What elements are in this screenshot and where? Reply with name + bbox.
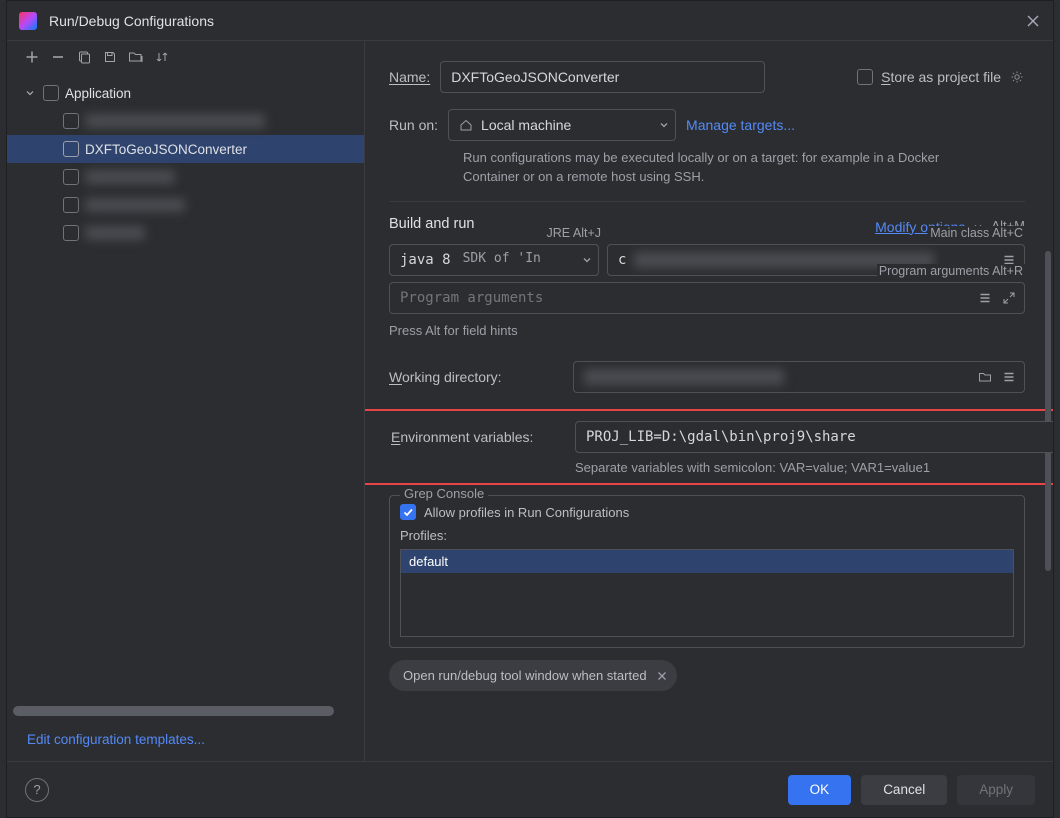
tree-item[interactable]: [7, 191, 364, 219]
folder-button[interactable]: [125, 46, 147, 68]
tree-item[interactable]: [7, 107, 364, 135]
application-icon: [63, 197, 79, 213]
store-project-label: SStore as project filetore as project fi…: [881, 69, 1001, 85]
ok-button[interactable]: OK: [788, 775, 852, 805]
tree-root-label: Application: [65, 86, 131, 101]
jre-value: java 8: [400, 252, 451, 268]
folder-icon[interactable]: [977, 369, 993, 385]
configurations-sidebar: Application DXFToGeoJSONConverter: [7, 41, 365, 761]
run-on-combo[interactable]: Local machine: [448, 109, 676, 141]
tree-item-label: [85, 226, 145, 240]
store-project-row: SStore as project filetore as project fi…: [857, 69, 1025, 85]
program-args-hint: Program arguments Alt+R: [877, 264, 1025, 278]
separator: [389, 201, 1025, 202]
profiles-label: Profiles:: [400, 528, 1014, 543]
tree-item-selected[interactable]: DXFToGeoJSONConverter: [7, 135, 364, 163]
tree-item[interactable]: [7, 219, 364, 247]
intellij-icon: [19, 12, 37, 30]
store-project-checkbox[interactable]: [857, 69, 873, 85]
build-run-title: Build and run: [389, 216, 474, 232]
chevron-down-icon: [659, 120, 669, 130]
vertical-scrollbar[interactable]: [1045, 251, 1051, 571]
grep-console-group: Grep Console Allow profiles in Run Confi…: [389, 495, 1025, 648]
close-icon[interactable]: [1025, 13, 1041, 29]
tree-root-application[interactable]: Application: [7, 79, 364, 107]
run-on-label: Run on:: [389, 117, 438, 133]
sort-button[interactable]: [151, 46, 173, 68]
copy-button[interactable]: [73, 46, 95, 68]
chevron-down-icon: [25, 88, 37, 98]
application-icon: [63, 225, 79, 241]
tree-item[interactable]: [7, 163, 364, 191]
add-button[interactable]: [21, 46, 43, 68]
cancel-button[interactable]: Cancel: [861, 775, 947, 805]
dialog-footer: ? OK Cancel Apply: [7, 761, 1053, 817]
name-label: Name:: [389, 69, 430, 85]
help-button[interactable]: ?: [25, 778, 49, 802]
sidebar-toolbar: [7, 41, 364, 73]
tree-item-label: [85, 170, 175, 184]
sidebar-scrollbar[interactable]: [13, 706, 334, 716]
application-icon: [63, 113, 79, 129]
dialog-title: Run/Debug Configurations: [49, 13, 214, 29]
main-class-prefix: c: [618, 252, 626, 268]
apply-button[interactable]: Apply: [957, 775, 1035, 805]
save-button[interactable]: [99, 46, 121, 68]
run-on-value: Local machine: [481, 117, 571, 133]
allow-profiles-checkbox[interactable]: [400, 504, 416, 520]
application-icon: [63, 169, 79, 185]
manage-targets-link[interactable]: Manage targets...: [686, 117, 795, 133]
gear-icon[interactable]: [1009, 69, 1025, 85]
application-icon: [63, 141, 79, 157]
titlebar: Run/Debug Configurations: [7, 1, 1053, 41]
working-dir-redacted: [584, 369, 784, 385]
tree-item-label: [85, 198, 185, 212]
env-highlight-box: Environment variables: Separate variable…: [365, 409, 1053, 486]
chevron-down-icon: [582, 255, 592, 265]
tree-item-label: DXFToGeoJSONConverter: [85, 142, 247, 157]
jre-combo[interactable]: java 8 SDK of 'In: [389, 244, 599, 276]
working-dir-input[interactable]: [573, 361, 1025, 393]
grep-legend: Grep Console: [400, 486, 488, 501]
env-label: Environment variables:: [391, 429, 565, 445]
program-args-input[interactable]: [389, 282, 1025, 314]
config-tree: Application DXFToGeoJSONConverter: [7, 73, 364, 706]
press-alt-hint: Press Alt for field hints: [389, 322, 1025, 341]
list-icon[interactable]: [1001, 369, 1017, 385]
remove-button[interactable]: [47, 46, 69, 68]
env-hint: Separate variables with semicolon: VAR=v…: [575, 459, 1053, 478]
allow-profiles-label: Allow profiles in Run Configurations: [424, 505, 629, 520]
env-input[interactable]: [575, 421, 1053, 453]
jre-sub: SDK of 'In: [463, 250, 541, 269]
run-on-hint: Run configurations may be executed local…: [463, 149, 943, 187]
close-icon[interactable]: [657, 671, 667, 681]
jre-hint: JRE Alt+J: [544, 226, 603, 240]
name-input[interactable]: [440, 61, 765, 93]
edit-templates-link[interactable]: Edit configuration templates...: [7, 718, 364, 761]
main-panel: Name: SStore as project filetore as proj…: [365, 41, 1053, 761]
profiles-list[interactable]: default: [400, 549, 1014, 637]
main-class-hint: Main class Alt+C: [928, 226, 1025, 240]
run-debug-dialog: Run/Debug Configurations: [6, 0, 1054, 818]
list-icon[interactable]: [977, 290, 993, 306]
tree-item-label: [85, 114, 265, 128]
open-tool-window-chip[interactable]: Open run/debug tool window when started: [389, 660, 677, 691]
home-icon: [459, 118, 473, 132]
expand-icon[interactable]: [1001, 290, 1017, 306]
working-dir-label: Working directory:: [389, 369, 563, 385]
application-icon: [43, 85, 59, 101]
profile-item[interactable]: default: [401, 550, 1013, 573]
chip-label: Open run/debug tool window when started: [403, 668, 647, 683]
